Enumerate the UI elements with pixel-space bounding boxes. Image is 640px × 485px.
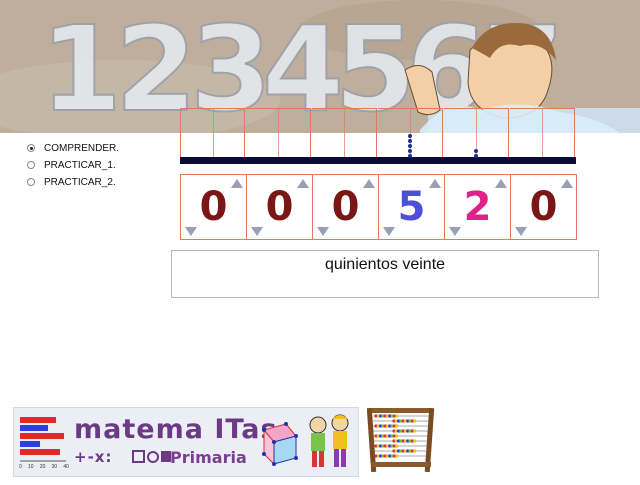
bead [408,149,412,153]
digit-box: 0 [246,174,313,240]
digit-box: 2 [444,174,511,240]
radio-button-icon[interactable] [27,144,35,152]
digit-box: 5 [378,174,445,240]
rod-column [510,108,575,160]
rod-divider [344,109,345,159]
place-value-rods [180,108,576,160]
logo-subtitle: Primaria [170,448,247,467]
rod-column [180,108,245,160]
rod-divider [213,109,214,159]
number-in-words: quinientos veinte [324,256,446,273]
banner-digit: 1 [40,0,122,133]
arrow-down-icon[interactable] [514,226,527,236]
digit-box: 0 [180,174,247,240]
radio-practicar-2[interactable]: PRACTICAR_2. [27,175,116,189]
rod-base-bar [180,157,576,164]
bead [474,149,478,153]
rod-divider [278,109,279,159]
radio-practicar-1[interactable]: PRACTICAR_1. [27,158,116,172]
arrow-down-icon[interactable] [382,226,395,236]
radio-comprender[interactable]: COMPRENDER. [27,141,119,155]
logo-title: matema ITas [74,414,278,445]
digit-box: 0 [312,174,379,240]
matematitas-logo: 0 10 20 30 40 matema ITas +-x: Primaria [13,407,359,477]
abacus-icon [367,407,435,472]
radio-label: PRACTICAR_2. [44,176,116,188]
bead [408,134,412,138]
rod-column [246,108,311,160]
radio-label: COMPRENDER. [44,142,120,154]
arrow-down-icon[interactable] [250,226,263,236]
rod-divider [542,109,543,159]
shapes-icon [132,450,171,463]
digit-box: 0 [510,174,577,240]
logo-symbols: +-x: [74,448,113,466]
bead [408,139,412,143]
bead [408,154,412,158]
radio-button-icon[interactable] [27,178,35,186]
ruler-ticks: 0 10 20 30 40 [19,464,69,470]
bead [408,144,412,148]
arrow-down-icon[interactable] [316,226,329,236]
rod-column [312,108,377,160]
kids-illustration-icon [309,414,349,467]
prism-icon [262,422,298,466]
arrow-down-icon[interactable] [184,226,197,236]
radio-button-icon[interactable] [27,161,35,169]
bead [474,154,478,158]
radio-label: PRACTICAR_1. [44,159,116,171]
arrow-down-icon[interactable] [448,226,461,236]
number-text-box: quinientos veinte [171,250,599,298]
